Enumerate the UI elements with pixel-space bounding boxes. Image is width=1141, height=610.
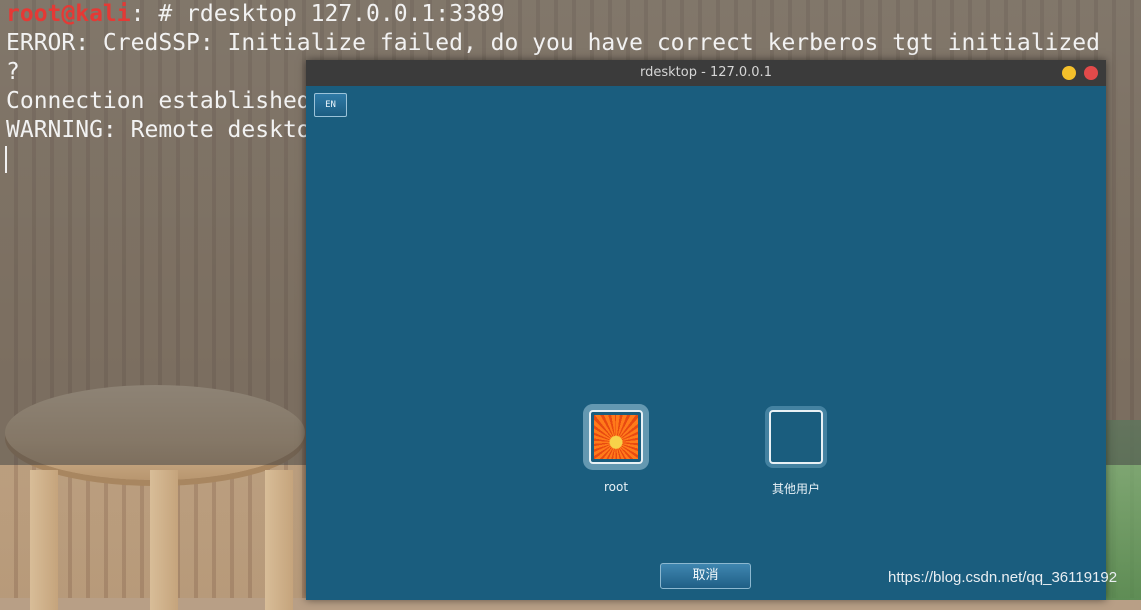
user-name: root — [603, 480, 629, 494]
terminal-line: ? — [6, 59, 20, 85]
terminal-line: WARNING: Remote deskto — [6, 117, 311, 143]
watermark: https://blog.csdn.net/qq_36119192 — [888, 569, 1118, 586]
minimize-button[interactable] — [1062, 66, 1076, 80]
cancel-button[interactable]: 取消 — [660, 563, 751, 589]
wallpaper-stool-leg — [30, 470, 58, 610]
command-line: : # rdesktop 127.0.0.1:3389 — [130, 1, 505, 27]
user-name: 其他用户 — [771, 482, 820, 496]
terminal-line: ERROR: CredSSP: Initialize failed, do yo… — [6, 30, 1100, 56]
close-button[interactable] — [1084, 66, 1098, 80]
flower-avatar-icon — [594, 415, 638, 459]
rdesktop-window[interactable]: rdesktop - 127.0.0.1 EN root 其他用户 取消 — [306, 60, 1106, 600]
terminal-line: Connection established — [6, 88, 311, 114]
user-tile-root[interactable]: root — [579, 410, 653, 494]
wallpaper-stool-leg — [265, 470, 293, 610]
user-avatar — [589, 410, 643, 464]
text-cursor — [5, 146, 7, 173]
language-button[interactable]: EN — [314, 93, 347, 117]
user-tile-other[interactable]: 其他用户 — [759, 410, 833, 497]
window-titlebar[interactable]: rdesktop - 127.0.0.1 — [306, 60, 1106, 86]
prompt-user: root@kali — [6, 1, 131, 27]
window-title: rdesktop - 127.0.0.1 — [640, 65, 772, 80]
user-avatar — [769, 410, 823, 464]
wallpaper-stool-leg — [150, 470, 178, 610]
